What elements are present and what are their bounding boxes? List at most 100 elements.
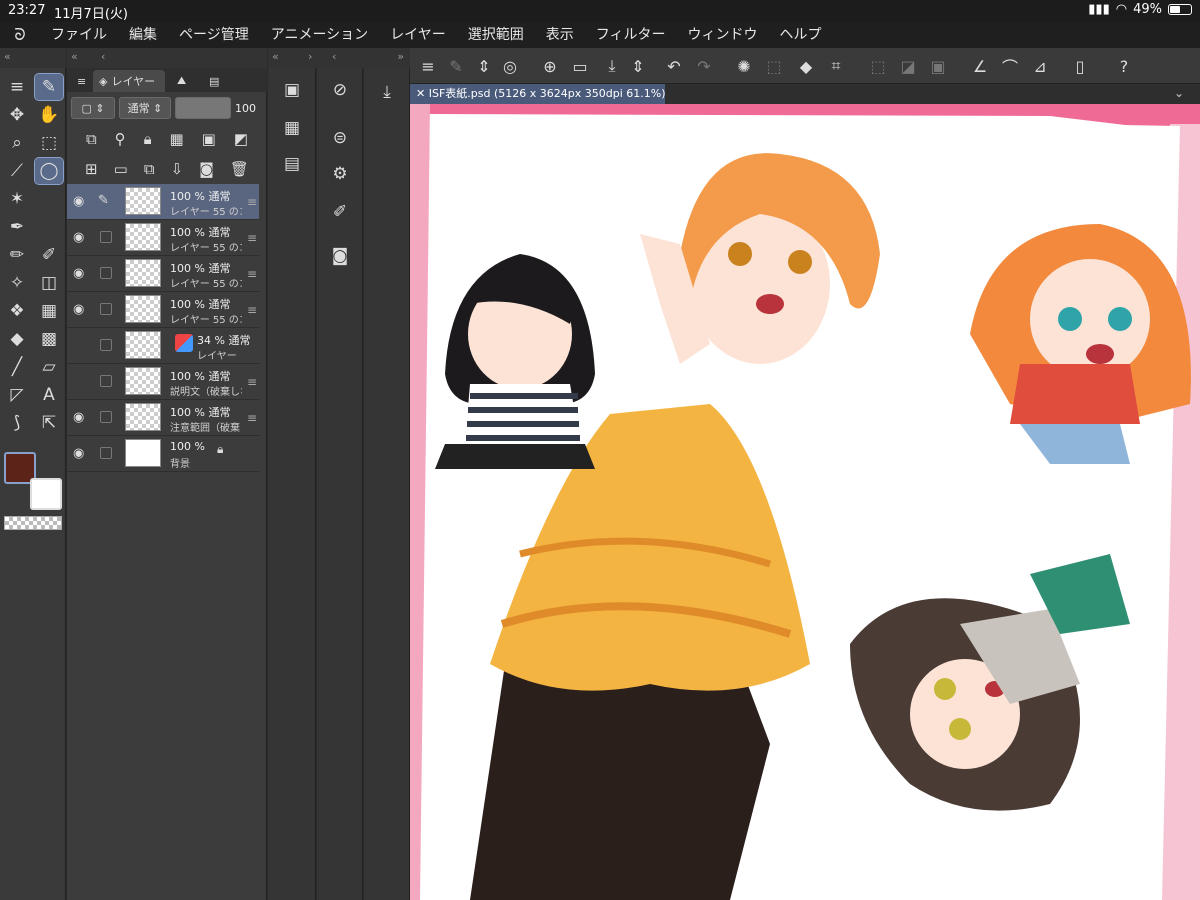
menu-help[interactable]: ヘルプ xyxy=(769,22,833,48)
layer-checkbox[interactable] xyxy=(100,447,112,459)
layer-row[interactable]: ◉ 100 % 通常 レイヤー 55 のコピー ≡ xyxy=(67,292,259,328)
document-tab[interactable]: ✕ ISF表紙.psd (5126 x 3624px 350dpi 61.1%) xyxy=(410,84,665,104)
eye-icon[interactable]: ◉ xyxy=(73,302,84,317)
frame-icon[interactable]: ▱ xyxy=(35,354,63,380)
layer-checkbox[interactable] xyxy=(100,375,112,387)
layer-row[interactable]: 100 % 通常 説明文（破棄しない） ≡ xyxy=(67,364,259,400)
drag-handle-icon[interactable]: ≡ xyxy=(247,267,257,281)
tab-navigator-icon[interactable]: ⛰ xyxy=(171,70,192,92)
drag-handle-icon[interactable]: ≡ xyxy=(247,195,257,209)
undo-icon[interactable]: ↶ xyxy=(662,54,686,78)
edit-layer-icon[interactable]: ✎ xyxy=(444,54,468,78)
layer-checkbox[interactable] xyxy=(100,267,112,279)
move-icon[interactable]: ✥ xyxy=(3,102,31,128)
sub-view-icon[interactable]: ▣ xyxy=(278,76,306,104)
chevron-right-icon[interactable]: › xyxy=(308,50,312,63)
menu-selection[interactable]: 選択範囲 xyxy=(457,22,535,48)
menu-view[interactable]: 表示 xyxy=(535,22,585,48)
redo-icon[interactable]: ↷ xyxy=(692,54,716,78)
hand-icon[interactable]: ✋ xyxy=(35,102,63,128)
menu-filter[interactable]: フィルター xyxy=(585,22,677,48)
pencil-icon[interactable]: ✏ xyxy=(3,242,31,268)
sub-color-swatch[interactable] xyxy=(30,478,62,510)
expand-icon[interactable]: » xyxy=(397,50,404,63)
drag-handle-icon[interactable]: ≡ xyxy=(247,375,257,389)
lock-icon[interactable]: 🔒︎ xyxy=(144,130,152,148)
save-icon[interactable]: ⤓ xyxy=(600,54,624,78)
ruler-icon[interactable]: ◸ xyxy=(3,382,31,408)
eyedropper-icon[interactable]: ⟋ xyxy=(3,158,31,184)
material-icon[interactable]: ▦ xyxy=(278,114,306,142)
snap-ruler-icon[interactable]: ∠ xyxy=(968,54,992,78)
menu-page[interactable]: ページ管理 xyxy=(168,22,260,48)
layer-row[interactable]: ◉ 100 % 通常 レイヤー 55 のコピー ≡ xyxy=(67,220,259,256)
chevron-left-icon[interactable]: ‹ xyxy=(101,50,105,63)
layer-row[interactable]: ◉ 100 % 通常 レイヤー 55 のコピー ≡ xyxy=(67,256,259,292)
eraser-icon[interactable]: ◫ xyxy=(35,270,63,296)
layer-checkbox[interactable] xyxy=(100,303,112,315)
layer-color-select[interactable]: ▢ ⇕ xyxy=(71,97,115,119)
snap-special-icon[interactable]: ⌒ xyxy=(998,54,1022,78)
menu-file[interactable]: ファイル xyxy=(40,22,118,48)
sort-icon[interactable]: ⇕ xyxy=(472,54,496,78)
brush-size-icon[interactable]: ✐ xyxy=(326,198,354,226)
transparent-color-swatch[interactable] xyxy=(4,516,62,530)
drag-handle-icon[interactable]: ≡ xyxy=(247,231,257,245)
hamburger-icon[interactable]: ≡ xyxy=(416,54,440,78)
eye-icon[interactable]: ◉ xyxy=(73,266,84,281)
settings-search-icon[interactable]: ⚙ xyxy=(326,160,354,188)
pen-icon[interactable]: ✒ xyxy=(3,214,31,240)
app-logo-icon[interactable]: ᘐ xyxy=(0,22,40,48)
layer-checkbox[interactable] xyxy=(100,411,112,423)
quick-access-icon[interactable]: ◎ xyxy=(498,54,522,78)
menu-icon[interactable]: ≡ xyxy=(3,74,31,100)
menu-edit[interactable]: 編集 xyxy=(118,22,168,48)
new-layer-icon[interactable]: ⊞ xyxy=(85,160,98,178)
chevron-left-icon[interactable]: ‹ xyxy=(332,50,336,63)
eye-icon[interactable]: ◉ xyxy=(73,194,84,209)
drag-handle-icon[interactable]: ≡ xyxy=(247,303,257,317)
zoom-icon[interactable]: ⌕ xyxy=(3,130,31,156)
add-mask-icon[interactable]: ◙ xyxy=(199,160,214,178)
merge-down-icon[interactable]: ⇩ xyxy=(171,160,184,178)
brush-tab-icon[interactable]: ✎ xyxy=(34,73,64,101)
lock-alpha-icon[interactable]: ▦ xyxy=(170,130,184,148)
mask-link-icon[interactable]: ◩ xyxy=(234,130,248,148)
crop-icon[interactable]: ⌗ xyxy=(824,54,848,78)
sort-icon[interactable]: ⇕ xyxy=(626,54,650,78)
eye-icon[interactable]: ◉ xyxy=(73,230,84,245)
copy-layer-icon[interactable]: ⧉ xyxy=(144,160,155,178)
device-icon[interactable]: ▯ xyxy=(1068,54,1092,78)
deselect-icon[interactable]: ⬚ xyxy=(866,54,890,78)
drag-handle-icon[interactable]: ≡ xyxy=(247,411,257,425)
menu-layer[interactable]: レイヤー xyxy=(379,22,457,48)
selection-frame-icon[interactable]: ▣ xyxy=(926,54,950,78)
layer-row[interactable]: ◉ 100 % 背景 🔒︎ xyxy=(67,436,259,472)
loading-icon[interactable]: ✺ xyxy=(732,54,756,78)
menu-animation[interactable]: アニメーション xyxy=(260,22,379,48)
mask-icon[interactable]: ▣ xyxy=(202,130,216,148)
tab-menu-icon[interactable]: ≡ xyxy=(71,70,92,92)
timeline-icon[interactable]: ▤ xyxy=(278,150,306,178)
snap-grid-icon[interactable]: ⊿ xyxy=(1028,54,1052,78)
layer-row[interactable]: ◉ ✎ 100 % 通常 レイヤー 55 のコピー ≡ xyxy=(67,184,259,220)
menu-window[interactable]: ウィンドウ xyxy=(677,22,769,48)
magic-wand-icon[interactable]: ✶ xyxy=(3,186,31,212)
drawing-canvas[interactable] xyxy=(410,104,1200,900)
fill-bucket-icon[interactable]: ◆ xyxy=(794,54,818,78)
clip-icon[interactable]: ⧉ xyxy=(86,130,97,148)
eye-icon[interactable]: ◉ xyxy=(73,410,84,425)
opacity-value[interactable]: 100 xyxy=(235,102,256,115)
navigator-icon[interactable]: ⊘ xyxy=(326,76,354,104)
balloon-icon[interactable]: ⟆ xyxy=(3,410,31,436)
lasso-icon[interactable]: ◯ xyxy=(34,157,64,185)
text-icon[interactable]: A xyxy=(35,382,63,408)
new-folder-icon[interactable]: ▭ xyxy=(114,160,128,178)
chevron-down-icon[interactable]: ⌄ xyxy=(1174,86,1184,100)
collapse-icon[interactable]: « xyxy=(4,50,11,63)
eye-icon[interactable]: ◉ xyxy=(73,446,84,461)
collapse-icon[interactable]: « xyxy=(272,50,279,63)
reference-icon[interactable]: ⚲ xyxy=(115,130,126,148)
object-icon[interactable]: ⬚ xyxy=(35,130,63,156)
correct-line-icon[interactable]: ⇱ xyxy=(35,410,63,436)
